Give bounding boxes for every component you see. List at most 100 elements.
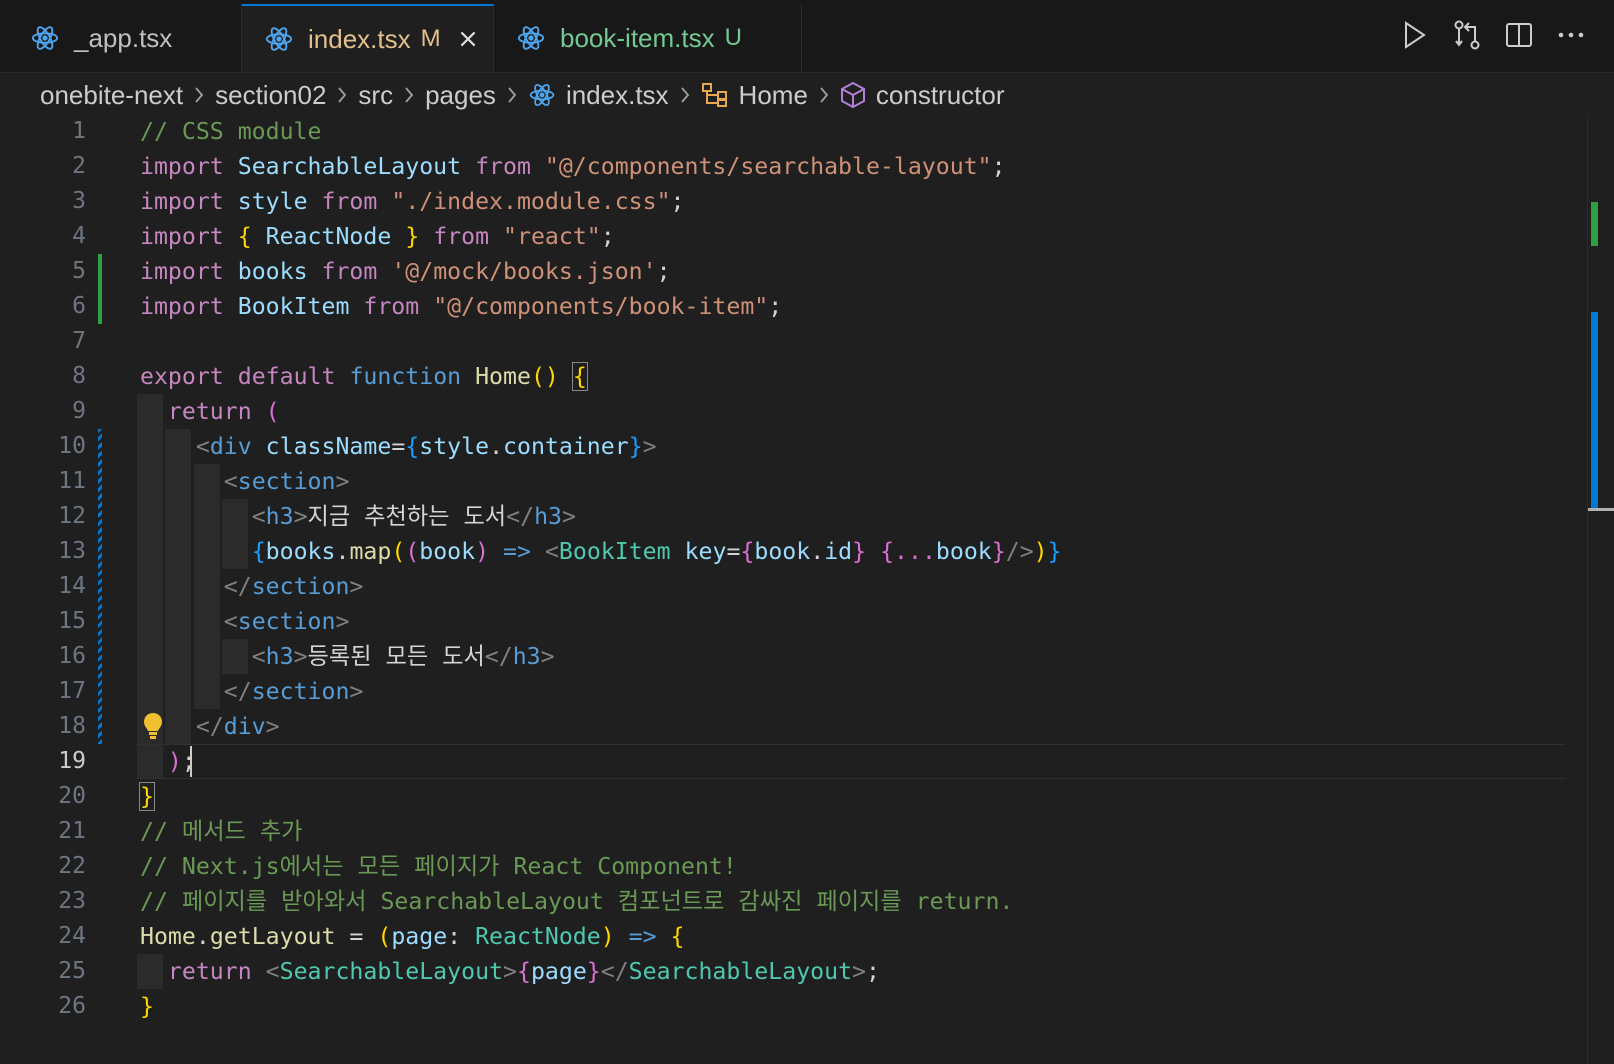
breadcrumb-project[interactable]: onebite-next: [40, 80, 183, 111]
token: '@/mock/books.json': [391, 258, 657, 285]
chevron-right-icon: [403, 85, 415, 105]
token: }: [628, 433, 643, 460]
token: section: [237, 468, 336, 495]
token: =>: [503, 538, 531, 565]
token: 지금 추천하는 도서: [307, 503, 507, 530]
line-number: 26: [58, 993, 86, 1019]
editor-actions: [1400, 18, 1586, 52]
run-icon[interactable]: [1400, 18, 1430, 52]
token: <: [223, 608, 238, 635]
token: {: [880, 538, 895, 565]
token: div: [223, 713, 266, 740]
token: default: [237, 363, 336, 390]
token: >: [349, 678, 364, 705]
line-number: 25: [58, 958, 86, 984]
code-line-19: );: [140, 744, 196, 779]
token: =: [726, 538, 741, 565]
token: ReactNode: [475, 923, 601, 950]
chevron-right-icon: [506, 85, 518, 105]
compare-changes-icon[interactable]: [1452, 18, 1482, 52]
token: import: [140, 293, 224, 320]
code-line-2: import SearchableLayout from "@/componen…: [140, 149, 1006, 184]
added-lines-indicator[interactable]: [98, 254, 102, 324]
code-line-15: <section>: [140, 604, 350, 639]
token: </: [600, 958, 629, 985]
split-editor-icon[interactable]: [1504, 18, 1534, 52]
code-line-3: import style from "./index.module.css";: [140, 184, 685, 219]
token: ): [167, 748, 182, 775]
modified-lines-indicator[interactable]: [98, 429, 102, 744]
token: .: [195, 923, 210, 950]
token: "@/components/searchable-layout": [544, 153, 992, 180]
breadcrumb-member[interactable]: constructor: [840, 80, 1005, 111]
more-actions-icon[interactable]: [1556, 18, 1586, 52]
token: {: [237, 223, 252, 250]
token: ...: [894, 538, 936, 565]
vertical-scrollbar[interactable]: [1587, 114, 1614, 1064]
line-number: 11: [58, 468, 86, 494]
code-line-1: // CSS module: [140, 114, 321, 149]
code-line-17: </section>: [140, 674, 364, 709]
token: style: [419, 433, 490, 460]
code-line-25: return <SearchableLayout>{page}</Searcha…: [140, 954, 880, 989]
added-lines-marker: [1591, 202, 1598, 246]
react-icon: [264, 24, 294, 54]
token: (: [391, 538, 406, 565]
react-icon: [30, 23, 60, 53]
token: 등록된 모든 도서: [307, 643, 485, 670]
token: <: [544, 538, 559, 565]
token: </: [223, 678, 252, 705]
token: .: [489, 433, 504, 460]
line-number: 7: [72, 328, 86, 354]
token: ;: [991, 153, 1006, 180]
modified-badge: M: [420, 25, 441, 52]
tab-app-tsx[interactable]: _app.tsx: [8, 4, 242, 72]
breadcrumb-symbol-home[interactable]: Home: [701, 80, 808, 111]
line-number: 12: [58, 503, 86, 529]
react-icon: [528, 81, 556, 109]
token: ;: [656, 258, 671, 285]
token: h3: [512, 643, 541, 670]
token: books: [237, 258, 308, 285]
line-number: 13: [58, 538, 86, 564]
tab-label: index.tsx: [308, 23, 411, 54]
token: >: [349, 573, 364, 600]
breadcrumb-symbol-label: Home: [738, 79, 808, 110]
token: "./index.module.css": [391, 188, 671, 215]
code-editor[interactable]: 1 2 3 4 5 6 7 8 9 10 11 12 13 14 15 16 1…: [0, 114, 1614, 1064]
breadcrumb-section02[interactable]: section02: [215, 80, 326, 111]
token: }: [139, 782, 155, 811]
line-number: 6: [72, 293, 86, 319]
token: getLayout: [209, 923, 336, 950]
code-line-14: </section>: [140, 569, 364, 604]
close-icon[interactable]: [457, 28, 479, 50]
token: import: [140, 258, 224, 285]
line-number: 14: [58, 573, 86, 599]
token: key: [684, 538, 727, 565]
code-line-8: export default function Home() {: [140, 359, 588, 394]
token: return: [167, 398, 252, 425]
token: />: [1005, 538, 1034, 565]
line-number: 2: [72, 153, 86, 179]
token: {: [670, 923, 685, 950]
token: book: [419, 538, 476, 565]
token: // 메서드 추가: [140, 818, 303, 845]
token: className: [265, 433, 392, 460]
token: ;: [768, 293, 783, 320]
token: BookItem: [237, 293, 350, 320]
code-line-13: {books.map((book) => <BookItem key={book…: [140, 534, 1062, 569]
breadcrumb-pages[interactable]: pages: [425, 80, 496, 111]
tab-index-tsx[interactable]: index.tsx M: [242, 4, 494, 72]
token: (: [405, 538, 420, 565]
line-number: 15: [58, 608, 86, 634]
breadcrumb-src[interactable]: src: [358, 80, 393, 111]
token: }: [405, 223, 420, 250]
token: {: [405, 433, 420, 460]
tab-book-item-tsx[interactable]: book-item.tsx U: [494, 4, 802, 72]
breadcrumb-file[interactable]: index.tsx: [528, 80, 669, 111]
token: id: [824, 538, 853, 565]
lightbulb-icon[interactable]: [142, 711, 164, 741]
token: style: [237, 188, 308, 215]
token: import: [140, 188, 224, 215]
token: =: [335, 923, 378, 950]
